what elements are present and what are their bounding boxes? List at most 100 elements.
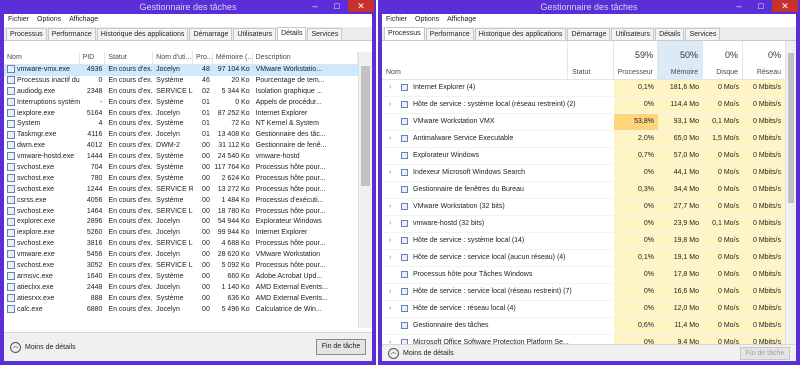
process-name: svchost.exe xyxy=(17,185,54,193)
table-row[interactable]: svchost.exe 3052 En cours d'ex... SERVICE L… xyxy=(4,261,358,272)
scrollbar-thumb[interactable] xyxy=(361,66,370,186)
column-header[interactable]: Statut xyxy=(105,52,154,64)
table-row[interactable]: iexplore.exe 5260 En cours d'ex... Jocelyn 0… xyxy=(4,228,358,239)
table-row[interactable]: svchost.exe 780 En cours d'ex... Système 00 2… xyxy=(4,174,358,185)
table-row[interactable]: Gestionnaire de fenêtres du Bureau 0,3% 34… xyxy=(382,182,785,199)
tab[interactable]: Utilisateurs xyxy=(233,28,277,40)
column-header[interactable]: Nom d'uti... xyxy=(153,52,193,64)
table-row[interactable]: › Hôte de service : système local (réseau… xyxy=(382,97,785,114)
tab[interactable]: Services xyxy=(307,28,343,40)
table-row[interactable]: calc.exe 6880 En cours d'ex... Jocelyn 00 5 4… xyxy=(4,304,358,316)
column-disk[interactable]: 0% Disque xyxy=(703,41,743,79)
table-row[interactable]: vmware.exe 5456 En cours d'ex... Jocelyn 00 2… xyxy=(4,250,358,261)
table-row[interactable]: svchost.exe 1244 En cours d'ex... SERVICE R… xyxy=(4,184,358,196)
menu-item[interactable]: Fichier xyxy=(386,16,407,23)
tab[interactable]: Historique des applications xyxy=(474,28,567,40)
table-row[interactable]: › Hôte de service : système local (14) 0% 1… xyxy=(382,233,785,250)
column-name[interactable]: Nom xyxy=(382,41,568,79)
table-row[interactable]: › vmware-hostd (32 bits) 0% 23,9 Mo 0,1 Mo/s… xyxy=(382,216,785,233)
process-name: Hôte de service : système local (réseau … xyxy=(413,101,576,108)
less-details-button[interactable]: ︿ Moins de détails xyxy=(10,342,76,353)
minimize-button[interactable]: – xyxy=(728,0,750,12)
table-row[interactable]: Processus hôte pour Tâches Windows 0% 17,8… xyxy=(382,267,785,284)
table-row[interactable]: › Hôte de service : service local (aucun … xyxy=(382,250,785,267)
column-header[interactable]: Nom xyxy=(4,52,80,64)
column-network[interactable]: 0% Réseau xyxy=(743,41,785,79)
close-button[interactable]: ✕ xyxy=(348,0,374,12)
expand-chevron-icon[interactable]: › xyxy=(389,216,391,232)
expand-chevron-icon[interactable]: › xyxy=(389,301,391,317)
expand-chevron-icon[interactable]: › xyxy=(389,233,391,249)
table-row[interactable]: vmware-hostd.exe 1444 En cours d'ex... Syst… xyxy=(4,152,358,163)
table-row[interactable]: armsvc.exe 1640 En cours d'ex... Système 00 6… xyxy=(4,272,358,283)
menu-item[interactable]: Options xyxy=(37,16,61,23)
column-memory[interactable]: 50% Mémoire xyxy=(658,41,703,79)
table-row[interactable]: Interruptions système - En cours d'ex... Sy… xyxy=(4,97,358,109)
table-cell: 00 xyxy=(202,240,210,248)
tab[interactable]: Utilisateurs xyxy=(611,28,655,40)
vertical-scrollbar[interactable] xyxy=(785,41,796,359)
expand-chevron-icon[interactable]: › xyxy=(389,250,391,266)
table-row[interactable]: audiodg.exe 2348 En cours d'ex... SERVICE L… xyxy=(4,86,358,98)
table-row[interactable]: atieclxx.exe 2448 En cours d'ex... Jocelyn 0… xyxy=(4,282,358,294)
end-task-button[interactable]: Fin de tâche xyxy=(740,347,790,360)
tab[interactable]: Démarrage xyxy=(189,28,233,40)
vertical-scrollbar[interactable] xyxy=(358,52,372,328)
expand-chevron-icon[interactable]: › xyxy=(389,97,391,113)
tab[interactable]: Démarrage xyxy=(567,28,611,40)
table-cell: 5 496 Ko xyxy=(221,305,250,313)
table-row[interactable]: explorer.exe 2896 En cours d'ex... Jocelyn 0… xyxy=(4,217,358,228)
table-row[interactable]: › Hôte de service : réseau local (4) 0% 12,… xyxy=(382,301,785,318)
tab[interactable]: Processus xyxy=(384,27,425,40)
table-row[interactable]: Explorateur Windows 0,7% 57,0 Mo 0 Mo/s 0 Mb… xyxy=(382,148,785,165)
expand-chevron-icon[interactable]: › xyxy=(389,80,391,96)
menu-item[interactable]: Fichier xyxy=(8,16,29,23)
column-status[interactable]: Statut xyxy=(568,41,614,79)
close-button[interactable]: ✕ xyxy=(772,0,798,12)
expand-chevron-icon[interactable]: › xyxy=(389,284,391,300)
table-row[interactable]: Gestionnaire des tâches 0,6% 11,4 Mo 0 Mo/s… xyxy=(382,318,785,335)
table-row[interactable]: System 4 En cours d'ex... Système 01 72 Ko NT … xyxy=(4,119,358,130)
column-header[interactable]: PID xyxy=(80,52,106,64)
table-row[interactable]: svchost.exe 1464 En cours d'ex... SERVICE L… xyxy=(4,206,358,218)
menu-item[interactable]: Affichage xyxy=(69,16,98,23)
scrollbar-thumb[interactable] xyxy=(788,53,794,203)
menu-item[interactable]: Options xyxy=(415,16,439,23)
table-row[interactable]: › Internet Explorer (4) 0,1% 181,6 Mo 0 Mo/s… xyxy=(382,80,785,97)
expand-chevron-icon[interactable]: › xyxy=(389,165,391,181)
table-row[interactable]: Taskmgr.exe 4116 En cours d'ex... Jocelyn 01… xyxy=(4,130,358,141)
column-header[interactable]: Pro... xyxy=(193,52,213,64)
table-row[interactable]: › Indexeur Microsoft Windows Search 0% 44,1… xyxy=(382,165,785,182)
maximize-button[interactable]: □ xyxy=(326,0,348,12)
table-row[interactable]: svchost.exe 3816 En cours d'ex... SERVICE L… xyxy=(4,239,358,250)
tab[interactable]: Performance xyxy=(47,28,96,40)
table-row[interactable]: csrss.exe 4056 En cours d'ex... Système 00 1 … xyxy=(4,195,358,207)
table-row[interactable]: iexplore.exe 5164 En cours d'ex... Jocelyn 0… xyxy=(4,108,358,120)
tab[interactable]: Services xyxy=(685,28,721,40)
column-header[interactable]: Mémoire (... xyxy=(213,52,253,64)
tab[interactable]: Performance xyxy=(425,28,474,40)
table-row[interactable]: svchost.exe 704 En cours d'ex... Système 00 1… xyxy=(4,163,358,174)
table-row[interactable]: vmware-vmx.exe 4936 En cours d'ex... Jocely… xyxy=(4,65,358,76)
table-row[interactable]: dwm.exe 4012 En cours d'ex... DWM-2 00 31 112… xyxy=(4,141,358,152)
tab[interactable]: Détails xyxy=(277,27,307,40)
expand-chevron-icon[interactable]: › xyxy=(389,199,391,215)
table-row[interactable]: atiesrxx.exe 888 En cours d'ex... Système 00… xyxy=(4,293,358,305)
end-task-button[interactable]: Fin de tâche xyxy=(316,339,366,355)
tab[interactable]: Historique des applications xyxy=(96,28,189,40)
column-cpu[interactable]: 59% Processeur xyxy=(614,41,658,79)
table-row[interactable]: VMware Workstation VMX 53,8% 93,1 Mo 0,1 Mo… xyxy=(382,114,785,131)
table-row[interactable]: Processus inactif du ... 0 En cours d'ex..… xyxy=(4,76,358,87)
minimize-button[interactable]: – xyxy=(304,0,326,12)
table-row[interactable]: › VMware Workstation (32 bits) 0% 27,7 Mo 0 … xyxy=(382,199,785,216)
expand-chevron-icon[interactable]: › xyxy=(389,131,391,147)
disk-cell: 0 Mo/s xyxy=(703,250,743,266)
column-header[interactable]: Description xyxy=(253,52,358,64)
maximize-button[interactable]: □ xyxy=(750,0,772,12)
table-row[interactable]: › Hôte de service : service local (réseau… xyxy=(382,284,785,301)
menu-item[interactable]: Affichage xyxy=(447,16,476,23)
less-details-button[interactable]: ︿ Moins de détails xyxy=(388,348,454,359)
tab[interactable]: Processus xyxy=(6,28,47,40)
tab[interactable]: Détails xyxy=(655,28,685,40)
table-row[interactable]: › Antimalware Service Executable 2,0% 65,0 … xyxy=(382,131,785,148)
